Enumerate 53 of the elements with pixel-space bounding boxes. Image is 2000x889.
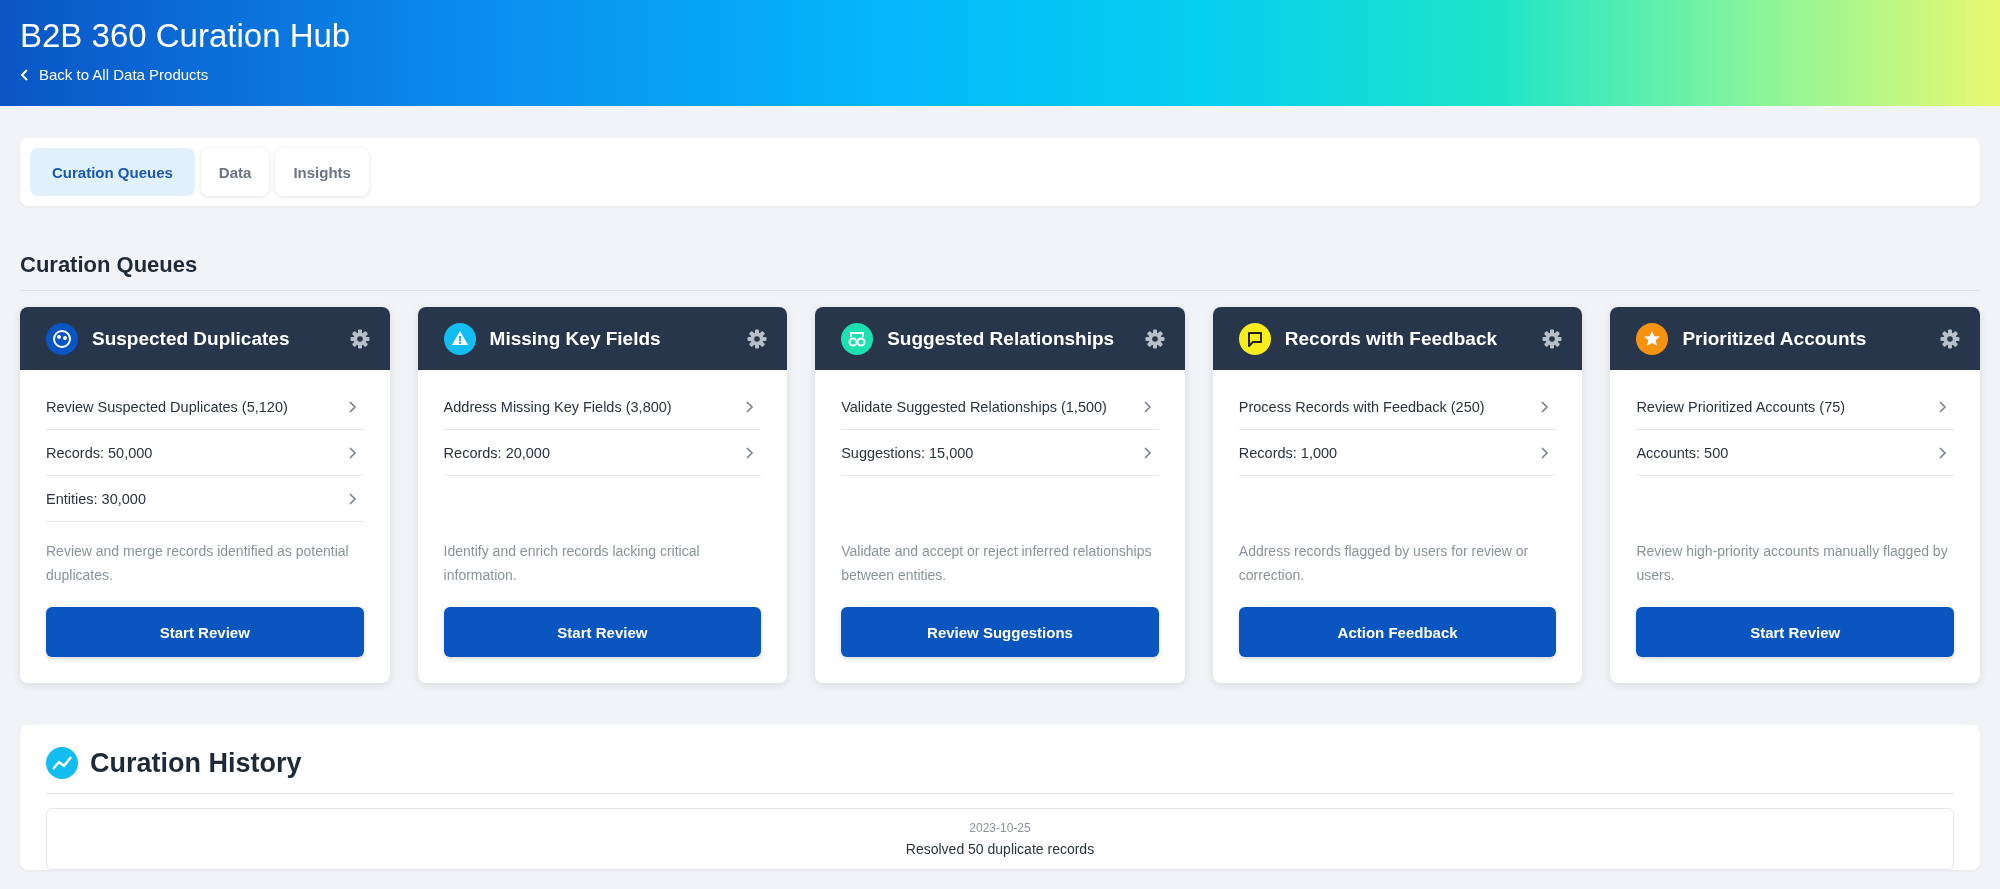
back-link[interactable]: Back to All Data Products: [20, 66, 209, 83]
card-description: Review high-priority accounts manually flagged by users.: [1636, 542, 1949, 585]
tab[interactable]: Insights: [275, 148, 369, 196]
card-description: Address records flagged by users for review or correction.: [1238, 542, 1530, 585]
card-description: Review and merge records identified as potential duplicates.: [46, 542, 350, 585]
queue-link[interactable]: Validate Suggested Relationships (1,500): [841, 384, 1159, 430]
chevron-right-icon: [1142, 446, 1153, 459]
card-title: Records with Feedback: [1284, 327, 1499, 350]
settings-icon[interactable]: [1542, 328, 1563, 349]
queue-link[interactable]: Process Records with Feedback (250): [1238, 384, 1557, 430]
action-button[interactable]: Start Review: [46, 607, 364, 657]
action-button[interactable]: Review Suggestions: [841, 607, 1159, 657]
chevron-right-icon: [1938, 400, 1948, 413]
queue-link[interactable]: Accounts: 500: [1636, 430, 1954, 476]
action-button[interactable]: Action Feedback: [1238, 607, 1557, 657]
chevron-left-icon: [20, 68, 29, 81]
history-title: Curation History: [90, 747, 302, 779]
settings-icon[interactable]: [349, 328, 370, 349]
card-description: Validate and accept or reject inferred relationships between entities.: [841, 542, 1153, 585]
entry-date: 2023-10-25: [969, 821, 1031, 835]
queue-link[interactable]: Address Missing Key Fields (3,800): [443, 384, 762, 430]
chevron-right-icon: [1938, 446, 1948, 459]
chevron-right-icon: [347, 492, 358, 505]
entry-text: Resolved 50 duplicate records: [905, 841, 1095, 857]
chevron-right-icon: [1540, 446, 1551, 459]
chevron-right-icon: [745, 446, 756, 459]
queue-link[interactable]: Suggestions: 15,000: [841, 430, 1159, 476]
chevron-right-icon: [745, 400, 756, 413]
tab[interactable]: Curation Queues: [30, 148, 195, 196]
card-title: Prioritized Accounts: [1682, 327, 1868, 350]
settings-icon[interactable]: [747, 328, 768, 349]
card-title: Missing Key Fields: [489, 327, 662, 350]
queue-link[interactable]: Review Suspected Duplicates (5,120): [46, 384, 364, 430]
card-description: Identify and enrich records lacking critical information.: [443, 542, 701, 585]
tab[interactable]: Data: [200, 148, 270, 196]
action-button[interactable]: Start Review: [443, 607, 762, 657]
settings-icon[interactable]: [1940, 328, 1960, 349]
section-title: Curation Queues: [20, 252, 1980, 291]
action-button[interactable]: Start Review: [1636, 607, 1954, 657]
queue-link[interactable]: Records: 1,000: [1238, 430, 1557, 476]
chevron-right-icon: [347, 446, 358, 459]
settings-icon[interactable]: [1144, 328, 1165, 349]
card-title: Suspected Duplicates: [92, 327, 291, 350]
chevron-right-icon: [347, 400, 358, 413]
card-title: Suggested Relationships: [887, 327, 1116, 350]
chevron-right-icon: [1540, 400, 1551, 413]
page-title: B2B 360 Curation Hub: [20, 16, 352, 56]
chevron-right-icon: [1142, 400, 1153, 413]
queue-link[interactable]: Entities: 30,000: [46, 476, 364, 522]
queue-link[interactable]: Records: 20,000: [443, 430, 762, 476]
trend-chart-icon: [46, 747, 78, 779]
queue-link[interactable]: Records: 50,000: [46, 430, 364, 476]
queue-link[interactable]: Review Prioritized Accounts (75): [1636, 384, 1954, 430]
